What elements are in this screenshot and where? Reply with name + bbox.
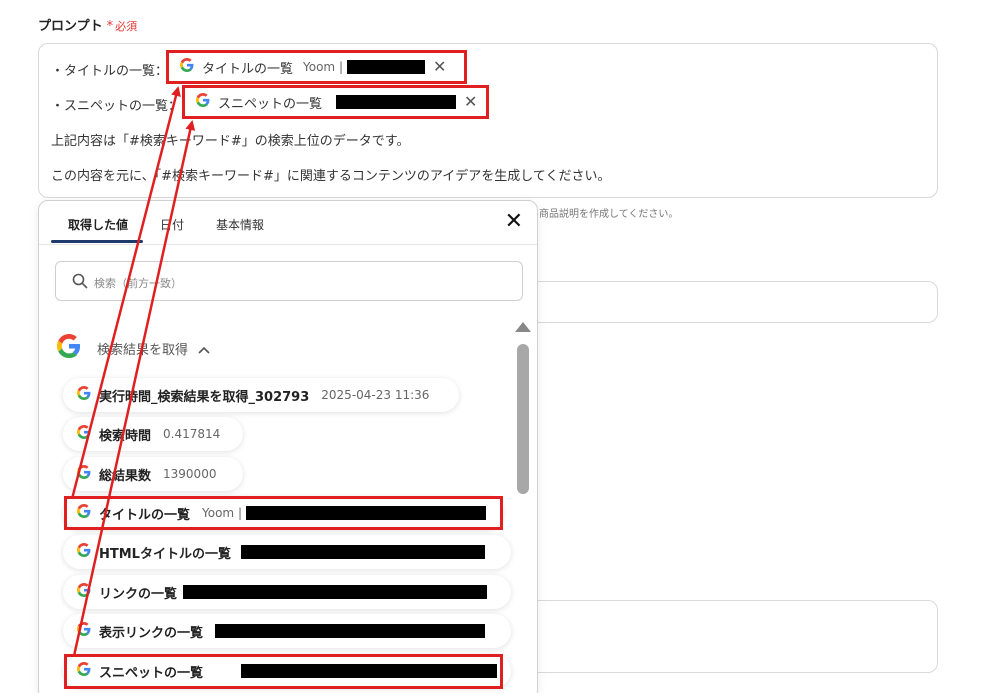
item-label: HTMLタイトルの一覧 bbox=[99, 546, 231, 562]
item-value: Yoom | bbox=[202, 506, 242, 520]
item-label: タイトルの一覧 bbox=[99, 507, 191, 523]
scroll-up-arrow[interactable] bbox=[515, 322, 531, 332]
item-value: 0.417814 bbox=[163, 427, 221, 441]
item-label: リンクの一覧 bbox=[99, 586, 178, 602]
redacted-block bbox=[241, 664, 497, 678]
tab-retrieved-values[interactable]: 取得した値 bbox=[68, 216, 128, 233]
item-value: 1390000 bbox=[163, 467, 217, 481]
chip-snippets-label: スニペットの一覧 bbox=[218, 96, 323, 112]
search-icon bbox=[72, 273, 88, 293]
google-icon bbox=[77, 662, 91, 680]
list-item-snippets[interactable]: スニペットの一覧 bbox=[63, 654, 511, 688]
scrollbar-thumb[interactable] bbox=[517, 344, 529, 494]
google-icon bbox=[77, 465, 91, 483]
required-text: 必須 bbox=[115, 20, 138, 33]
redacted-block bbox=[336, 95, 457, 109]
google-icon bbox=[77, 622, 91, 640]
redacted-block bbox=[245, 506, 486, 520]
google-icon bbox=[57, 334, 81, 362]
tab-date[interactable]: 日付 bbox=[160, 216, 184, 233]
background-textarea[interactable] bbox=[538, 600, 938, 673]
active-tab-indicator bbox=[51, 240, 143, 243]
prompt-label-text: プロンプト bbox=[38, 19, 103, 34]
chevron-up-icon bbox=[198, 339, 210, 358]
chip-titles-sub: Yoom | bbox=[303, 60, 343, 74]
item-label: 表示リンクの一覧 bbox=[99, 625, 204, 641]
variable-chip-titles[interactable]: タイトルの一覧 Yoom | ✕ bbox=[172, 52, 455, 82]
item-label: スニペットの一覧 bbox=[99, 665, 204, 681]
search-input[interactable]: 検索（前方一致） bbox=[55, 261, 523, 301]
search-placeholder: 検索（前方一致） bbox=[94, 277, 182, 290]
chip-titles-label: タイトルの一覧 bbox=[202, 61, 294, 77]
google-icon bbox=[196, 93, 210, 111]
background-input-field[interactable] bbox=[538, 281, 938, 323]
redacted-block bbox=[183, 585, 488, 599]
google-icon bbox=[77, 583, 91, 601]
item-label: 検索時間 bbox=[99, 428, 152, 444]
hint-text: 商品説明を作成してください。 bbox=[539, 209, 679, 220]
prompt-field-label: プロンプト * 必須 bbox=[38, 15, 137, 34]
list-item-search-time[interactable]: 検索時間 0.417814 bbox=[63, 417, 243, 451]
close-icon[interactable]: ✕ bbox=[433, 59, 446, 75]
value-picker-panel: 取得した値 日付 基本情報 ✕ 検索（前方一致） 検索結果を取得 実行時間_検索… bbox=[38, 200, 538, 693]
prompt-line-titles-label: ・タイトルの一覧： bbox=[51, 64, 169, 79]
item-value: 2025-04-23 11:36 bbox=[321, 388, 430, 402]
prompt-line-snippets-label: ・スニペットの一覧： bbox=[51, 99, 182, 114]
tab-bar: 取得した値 日付 基本情報 ✕ bbox=[39, 201, 537, 245]
list-item-display-links[interactable]: 表示リンクの一覧 bbox=[63, 614, 511, 648]
list-item-html-titles[interactable]: HTMLタイトルの一覧 bbox=[63, 535, 511, 569]
list-item-titles[interactable]: タイトルの一覧 Yoom | bbox=[63, 496, 503, 530]
close-icon[interactable]: ✕ bbox=[464, 94, 477, 110]
list-item-exec-time[interactable]: 実行時間_検索結果を取得_302793 2025-04-23 11:36 bbox=[63, 378, 459, 412]
group-header-search-results[interactable]: 検索結果を取得 bbox=[57, 333, 210, 363]
item-label: 実行時間_検索結果を取得_302793 bbox=[99, 389, 310, 405]
redacted-block bbox=[215, 624, 486, 638]
google-icon bbox=[77, 504, 91, 522]
redacted-block bbox=[240, 545, 485, 559]
list-item-total-results[interactable]: 総結果数 1390000 bbox=[63, 457, 243, 491]
redacted-block bbox=[346, 60, 425, 74]
group-label: 検索結果を取得 bbox=[97, 342, 189, 358]
list-item-links[interactable]: リンクの一覧 bbox=[63, 575, 511, 609]
google-icon bbox=[77, 386, 91, 404]
tab-basic-info[interactable]: 基本情報 bbox=[216, 216, 264, 233]
item-label: 総結果数 bbox=[99, 468, 152, 484]
google-icon bbox=[77, 543, 91, 561]
google-icon bbox=[77, 425, 91, 443]
required-star: * bbox=[106, 19, 114, 34]
close-icon[interactable]: ✕ bbox=[505, 211, 523, 233]
prompt-line-4: この内容を元に、「#検索キーワード#」に関連するコンテンツのアイデアを生成してく… bbox=[51, 169, 611, 184]
variable-chip-snippets[interactable]: スニペットの一覧 ✕ bbox=[188, 87, 486, 117]
prompt-line-3: 上記内容は「#検索キーワード#」の検索上位のデータです。 bbox=[51, 134, 410, 149]
google-icon bbox=[180, 58, 194, 76]
